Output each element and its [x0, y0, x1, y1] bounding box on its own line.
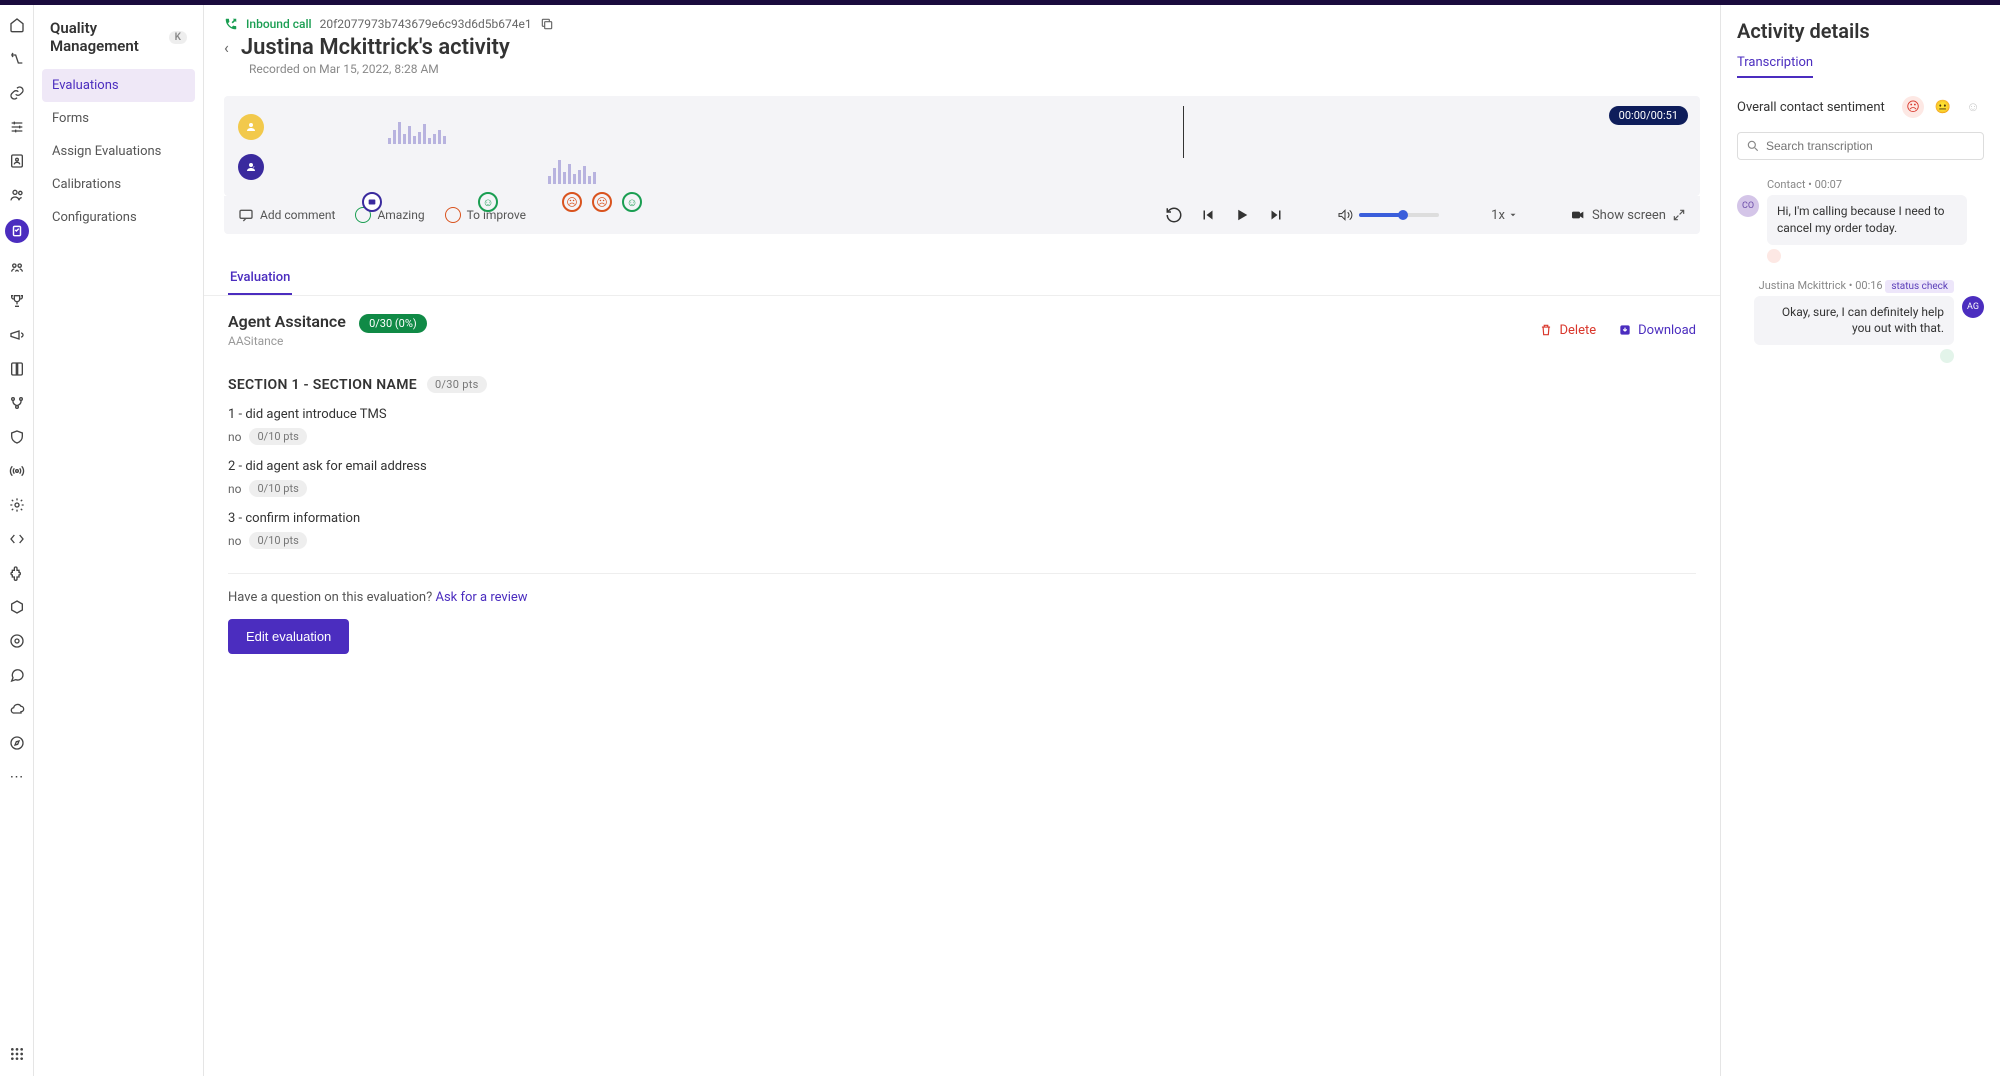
apps-icon[interactable] — [7, 1044, 27, 1064]
sentiment-positive-icon[interactable]: ☺ — [1962, 96, 1984, 118]
answer-value: no — [228, 430, 241, 444]
contact-avatar: CO — [1737, 195, 1759, 217]
subnav-item-assign[interactable]: Assign Evaluations — [42, 135, 195, 168]
page-title: Justina Mckittrick's activity — [241, 35, 510, 60]
tab-transcription[interactable]: Transcription — [1737, 55, 1813, 78]
sentiment-negative-icon[interactable]: ☹ — [1902, 96, 1924, 118]
book-icon[interactable] — [7, 359, 27, 379]
content-tabs: Evaluation — [204, 244, 1720, 296]
msg-bubble: Hi, I'm calling because I need to cancel… — [1767, 195, 1967, 245]
gear-icon[interactable] — [7, 495, 27, 515]
activity-details-panel: Activity details Transcription Overall c… — [1720, 5, 2000, 1076]
more-icon[interactable]: ⋯ — [7, 767, 27, 787]
msg-bubble: Okay, sure, I can definitely help you ou… — [1754, 296, 1954, 346]
chat-icon[interactable] — [7, 665, 27, 685]
agent-avatar: AG — [1962, 296, 1984, 318]
call-type: Inbound call — [246, 17, 312, 31]
download-icon — [1618, 323, 1632, 337]
announce-icon[interactable] — [7, 325, 27, 345]
routing-icon[interactable] — [7, 49, 27, 69]
subnav-item-evaluations[interactable]: Evaluations — [42, 69, 195, 102]
subnav-title: Quality Management K — [42, 15, 195, 69]
copy-icon[interactable] — [540, 17, 554, 31]
quality-icon[interactable] — [5, 219, 29, 243]
playhead[interactable] — [1183, 106, 1184, 158]
section-title: SECTION 1 - SECTION NAME 0/30 pts — [228, 376, 1696, 393]
call-meta: Inbound call 20f2077973b743679e6c93d6d5b… — [224, 17, 1700, 31]
call-id: 20f2077973b743679e6c93d6d5b674e1 — [320, 17, 532, 31]
positive-marker-icon[interactable]: ☺ — [478, 192, 498, 212]
question-row: 2 - did agent ask for email address no 0/… — [228, 459, 1696, 497]
question-points: 0/10 pts — [249, 480, 306, 497]
negative-marker-icon[interactable]: ☹ — [562, 192, 582, 212]
question-text: 1 - did agent introduce TMS — [228, 407, 1696, 422]
icon-rail: ⋯ — [0, 5, 34, 1076]
answer-value: no — [228, 534, 241, 548]
subnav-item-calibrations[interactable]: Calibrations — [42, 168, 195, 201]
note-marker-icon[interactable] — [362, 192, 382, 212]
sentiment-markers: ☺ ☹ ☹ ☺ — [224, 192, 1700, 212]
delete-button[interactable]: Delete — [1539, 323, 1596, 338]
msg-meta: Contact • 00:07 — [1737, 178, 1984, 191]
search-icon — [1746, 139, 1760, 153]
code-icon[interactable] — [7, 529, 27, 549]
subnav-item-configurations[interactable]: Configurations — [42, 201, 195, 234]
evaluation-subtitle: AASitance — [228, 334, 427, 348]
msg-tag: status check — [1885, 280, 1954, 293]
question-points: 0/10 pts — [249, 532, 306, 549]
trophy-icon[interactable] — [7, 291, 27, 311]
question-row: 3 - confirm information no 0/10 pts — [228, 511, 1696, 549]
trash-icon — [1539, 323, 1553, 337]
link-icon[interactable] — [7, 83, 27, 103]
edit-evaluation-button[interactable]: Edit evaluation — [228, 619, 349, 654]
back-button[interactable]: ‹ — [224, 38, 229, 57]
headset-icon[interactable] — [7, 631, 27, 651]
branch-icon[interactable] — [7, 393, 27, 413]
msg-meta: Justina Mckittrick • 00:16 status check — [1737, 279, 1984, 292]
question-points: 0/10 pts — [249, 428, 306, 445]
broadcast-icon[interactable] — [7, 461, 27, 481]
subnav-badge: K — [169, 31, 187, 44]
sentiment-neutral-icon[interactable]: 😐 — [1932, 96, 1954, 118]
footer-question: Have a question on this evaluation? Ask … — [228, 573, 1696, 605]
question-text: 3 - confirm information — [228, 511, 1696, 526]
audio-player: 00:00/00:51 — [224, 96, 1700, 234]
waveform[interactable]: 00:00/00:51 — [224, 96, 1700, 196]
transcript: Contact • 00:07 CO Hi, I'm calling becau… — [1737, 178, 1984, 379]
section-points: 0/30 pts — [427, 376, 487, 393]
shield-icon[interactable] — [7, 427, 27, 447]
question-row: 1 - did agent introduce TMS no 0/10 pts — [228, 407, 1696, 445]
customer-avatar-icon — [238, 114, 264, 140]
search-transcription[interactable] — [1737, 132, 1984, 160]
download-button[interactable]: Download — [1618, 323, 1696, 338]
compass-icon[interactable] — [7, 733, 27, 753]
subnav: Quality Management K Evaluations Forms A… — [34, 5, 204, 1076]
msg-sentiment-icon — [1940, 349, 1954, 363]
puzzle-icon[interactable] — [7, 563, 27, 583]
positive-marker-icon[interactable]: ☺ — [622, 192, 642, 212]
search-input[interactable] — [1766, 139, 1975, 153]
sentiment-row: Overall contact sentiment ☹ 😐 ☺ — [1737, 96, 1984, 118]
agent-avatar-icon — [238, 154, 264, 180]
panel-title: Activity details — [1737, 19, 1984, 43]
team-icon[interactable] — [7, 257, 27, 277]
tab-evaluation[interactable]: Evaluation — [228, 262, 292, 295]
main-content: Inbound call 20f2077973b743679e6c93d6d5b… — [204, 5, 1720, 1076]
ask-review-link[interactable]: Ask for a review — [435, 590, 527, 605]
evaluation-name: Agent Assitance — [228, 312, 346, 331]
settings-sliders-icon[interactable] — [7, 117, 27, 137]
users-icon[interactable] — [7, 185, 27, 205]
contact-icon[interactable] — [7, 151, 27, 171]
recorded-label: Recorded on Mar 15, 2022, 8:28 AM — [249, 62, 1700, 76]
msg-sentiment-icon — [1767, 249, 1781, 263]
question-text: 2 - did agent ask for email address — [228, 459, 1696, 474]
score-badge: 0/30 (0%) — [359, 314, 427, 333]
negative-marker-icon[interactable]: ☹ — [592, 192, 612, 212]
subnav-item-forms[interactable]: Forms — [42, 102, 195, 135]
hex-icon[interactable] — [7, 597, 27, 617]
cloud-icon[interactable] — [7, 699, 27, 719]
answer-value: no — [228, 482, 241, 496]
inbound-call-icon — [224, 17, 238, 31]
home-icon[interactable] — [7, 15, 27, 35]
